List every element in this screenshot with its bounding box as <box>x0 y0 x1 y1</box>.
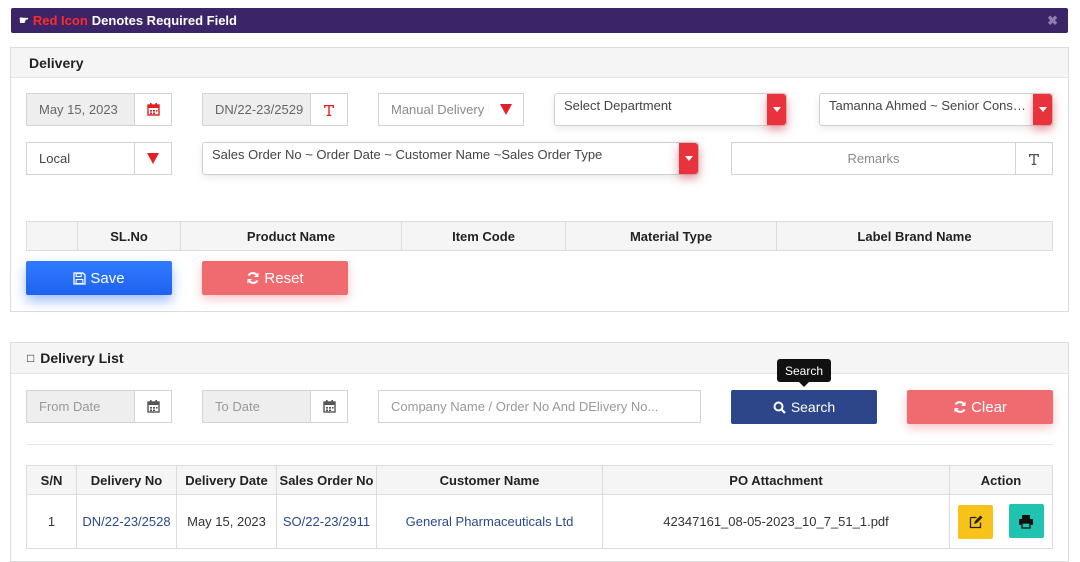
to-date-field[interactable]: To Date <box>202 390 348 423</box>
sales-order-select-value: Sales Order No ~ Order Date ~ Customer N… <box>212 147 603 162</box>
row-delivery-no[interactable]: DN/22-23/2528 <box>76 494 177 549</box>
text-icon <box>1015 143 1052 174</box>
column-header-delivery-date: Delivery Date <box>176 465 277 495</box>
edit-button[interactable] <box>958 504 994 539</box>
manual-delivery-placeholder: Manual Delivery No <box>391 102 489 117</box>
column-header-action: Action <box>949 465 1053 495</box>
employee-select[interactable]: Tamanna Ahmed ~ Senior Consultant <box>819 93 1053 126</box>
column-header-product-name: Product Name <box>180 221 402 251</box>
calendar-icon[interactable] <box>134 391 171 422</box>
clear-button[interactable]: Clear <box>907 390 1053 424</box>
clear-button-label: Clear <box>971 398 1007 416</box>
reset-button[interactable]: Reset <box>202 261 348 295</box>
sales-order-select[interactable]: Sales Order No ~ Order Date ~ Customer N… <box>202 142 699 175</box>
search-icon <box>773 401 786 414</box>
row-customer-name[interactable]: General Pharmaceuticals Ltd <box>376 494 603 549</box>
refresh-icon <box>247 272 259 284</box>
floppy-disk-icon <box>73 271 87 285</box>
column-header-sl-no: SL.No <box>77 221 181 251</box>
from-date-placeholder: From Date <box>27 391 134 422</box>
employee-select-value: Tamanna Ahmed ~ Senior Consultant <box>829 98 1033 113</box>
column-header-customer-name: Customer Name <box>376 465 603 495</box>
delivery-list-title: Delivery List <box>40 350 124 366</box>
column-header-label-brand: Label Brand Name <box>776 221 1053 251</box>
delivery-date-field[interactable]: May 15, 2023 <box>26 93 172 126</box>
list-icon: □ <box>27 351 35 365</box>
delivery-date-value: May 15, 2023 <box>27 94 134 125</box>
column-header-sales-order-no: Sales Order No <box>276 465 377 495</box>
required-triangle-icon <box>134 143 171 174</box>
column-header-po-attachment: PO Attachment <box>602 465 950 495</box>
delivery-list-panel-title: □ Delivery List <box>11 343 1068 374</box>
row-actions <box>949 494 1053 549</box>
department-select-value: Select Department <box>564 98 672 113</box>
close-icon[interactable]: ✖ <box>1047 13 1058 29</box>
location-field[interactable]: Local <box>26 142 172 175</box>
row-po-attachment[interactable]: 42347161_08-05-2023_10_7_51_1.pdf <box>602 494 950 549</box>
department-select[interactable]: Select Department <box>554 93 787 126</box>
product-table: SL.No Product Name Item Code Material Ty… <box>26 221 1053 251</box>
manual-delivery-field[interactable]: Manual Delivery No <box>378 93 524 126</box>
save-button-label: Save <box>90 269 125 287</box>
refresh-icon <box>954 401 966 413</box>
search-button[interactable]: Search <box>731 390 877 424</box>
search-tooltip: Search <box>777 359 831 387</box>
location-value: Local <box>39 151 71 166</box>
column-header-item-code: Item Code <box>401 221 566 251</box>
column-header-material-type: Material Type <box>565 221 777 251</box>
table-row: 1 DN/22-23/2528 May 15, 2023 SO/22-23/29… <box>26 494 1053 549</box>
edit-icon <box>969 515 983 528</box>
search-input[interactable]: Company Name / Order No And DElivery No.… <box>378 390 701 423</box>
to-date-placeholder: To Date <box>203 391 310 422</box>
delivery-list-table: S/N Delivery No Delivery Date Sales Orde… <box>26 465 1053 549</box>
column-header-delivery-no: Delivery No <box>76 465 177 495</box>
product-table-header: SL.No Product Name Item Code Material Ty… <box>26 221 1053 251</box>
required-field-notice: ☛ Red Icon Denotes Required Field ✖ <box>11 8 1068 33</box>
row-delivery-date: May 15, 2023 <box>176 494 277 549</box>
remarks-placeholder: Remarks <box>847 151 900 166</box>
search-input-placeholder: Company Name / Order No And DElivery No.… <box>391 399 659 414</box>
hand-pointer-icon: ☛ <box>19 15 29 27</box>
delivery-panel-title: Delivery <box>11 48 1068 78</box>
notice-text: Denotes Required Field <box>91 13 237 28</box>
column-header-select <box>26 221 78 251</box>
calendar-icon[interactable] <box>310 391 347 422</box>
text-icon <box>310 94 347 125</box>
chevron-down-icon[interactable] <box>1033 94 1052 125</box>
calendar-icon[interactable] <box>134 94 171 125</box>
save-button[interactable]: Save <box>26 261 172 295</box>
notice-red-text: Red Icon <box>32 13 88 28</box>
chevron-down-icon[interactable] <box>767 94 786 125</box>
printer-icon <box>1019 514 1034 529</box>
row-sn: 1 <box>26 494 77 549</box>
from-date-field[interactable]: From Date <box>26 390 172 423</box>
list-divider <box>26 444 1053 445</box>
required-triangle-icon <box>489 94 523 125</box>
dn-number-value: DN/22-23/2529 <box>203 94 310 125</box>
print-button[interactable] <box>1008 504 1044 539</box>
dn-number-field[interactable]: DN/22-23/2529 <box>202 93 348 126</box>
column-header-sn: S/N <box>26 465 77 495</box>
reset-button-label: Reset <box>264 269 304 287</box>
row-sales-order-no[interactable]: SO/22-23/2911 <box>276 494 377 549</box>
search-button-label: Search <box>790 399 836 415</box>
remarks-field[interactable]: Remarks <box>731 142 1053 175</box>
chevron-down-icon[interactable] <box>679 143 698 174</box>
delivery-list-header: S/N Delivery No Delivery Date Sales Orde… <box>26 465 1053 495</box>
